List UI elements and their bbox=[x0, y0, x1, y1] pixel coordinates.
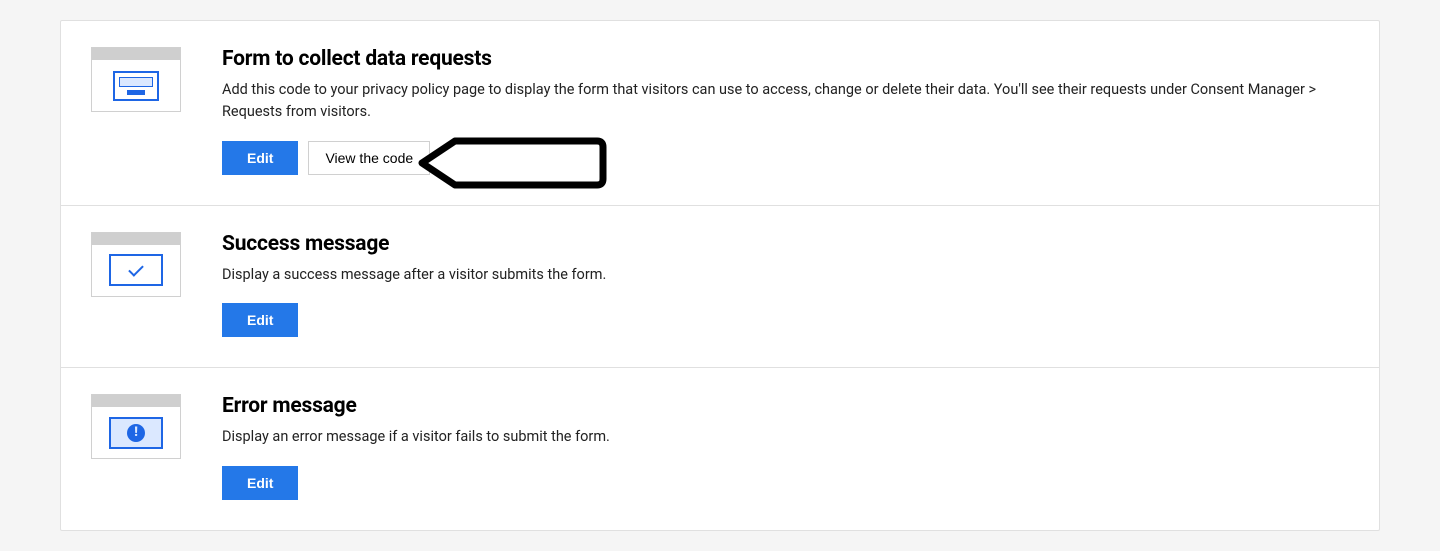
edit-button[interactable]: Edit bbox=[222, 303, 298, 337]
row-description: Display a success message after a visito… bbox=[222, 264, 1349, 286]
success-icon bbox=[91, 232, 186, 297]
row-description: Add this code to your privacy policy pag… bbox=[222, 79, 1349, 123]
row-title: Success message bbox=[222, 232, 1349, 256]
view-code-button[interactable]: View the code bbox=[308, 141, 430, 175]
row-success-message: Success message Display a success messag… bbox=[61, 206, 1379, 369]
row-description: Display an error message if a visitor fa… bbox=[222, 426, 1349, 448]
form-icon bbox=[91, 47, 186, 112]
arrow-pointer-icon bbox=[417, 137, 607, 189]
edit-button[interactable]: Edit bbox=[222, 466, 298, 500]
row-title: Error message bbox=[222, 394, 1349, 418]
row-error-message: ! Error message Display an error message… bbox=[61, 368, 1379, 530]
row-form-requests: Form to collect data requests Add this c… bbox=[61, 21, 1379, 206]
row-title: Form to collect data requests bbox=[222, 47, 1349, 71]
settings-panel: Form to collect data requests Add this c… bbox=[60, 20, 1380, 531]
edit-button[interactable]: Edit bbox=[222, 141, 298, 175]
error-icon: ! bbox=[91, 394, 186, 459]
